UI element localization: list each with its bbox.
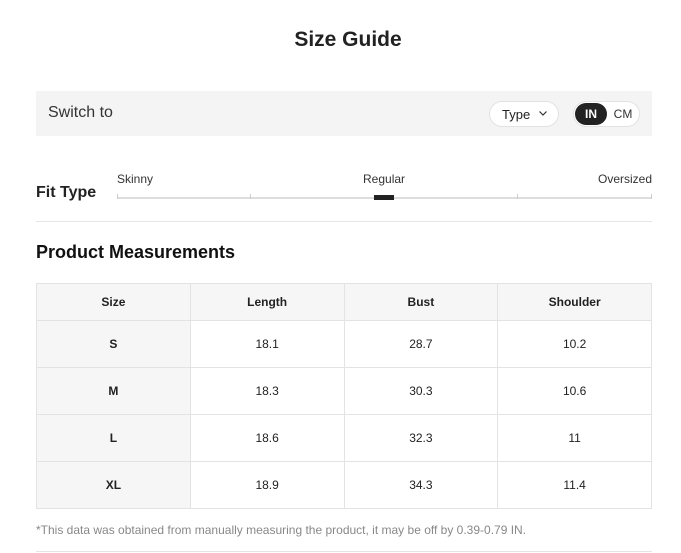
fit-track-tick [250,194,251,199]
size-cell: L [36,414,191,462]
table-row: L 18.6 32.3 11 [36,414,652,462]
unit-in-button[interactable]: IN [575,103,607,125]
column-header-size: Size [36,283,191,321]
size-cell: XL [36,461,191,509]
type-dropdown-label: Type [502,107,531,122]
size-cell: S [36,320,191,368]
fit-scale-skinny: Skinny [117,172,154,186]
measurement-note: *This data was obtained from manually me… [36,523,527,537]
size-cell: M [36,367,191,415]
type-dropdown[interactable]: Type [489,101,559,127]
switch-label: Switch to [48,104,113,121]
length-cell: 18.1 [189,320,345,368]
table-header-row: Size Length Bust Shoulder [36,283,652,321]
shoulder-cell: 10.6 [497,367,652,415]
bust-cell: 30.3 [343,367,499,415]
length-cell: 18.3 [189,367,345,415]
length-cell: 18.6 [189,414,345,462]
unit-toggle: IN CM [573,101,640,127]
bottom-divider [36,551,652,552]
length-cell: 18.9 [189,461,345,509]
column-header-length: Length [189,283,345,321]
fit-track-tick [117,194,118,199]
fit-track-tick [517,194,518,199]
measurements-table: Size Length Bust Shoulder S 18.1 28.7 10… [36,283,652,509]
switch-bar: Switch to Type IN CM [36,91,652,136]
shoulder-cell: 10.2 [497,320,652,368]
fit-scale-regular: Regular [363,172,406,186]
section-divider [36,221,652,222]
chevron-down-icon [539,111,547,116]
table-row: S 18.1 28.7 10.2 [36,320,652,368]
table-row: XL 18.9 34.3 11.4 [36,461,652,509]
product-measurements-title: Product Measurements [36,242,236,262]
table-row: M 18.3 30.3 10.6 [36,367,652,415]
shoulder-cell: 11 [497,414,652,462]
size-guide-page: Size Guide Switch to Type IN CM Fit Type… [0,0,681,553]
unit-cm-button[interactable]: CM [610,103,636,125]
bust-cell: 34.3 [343,461,499,509]
bust-cell: 28.7 [343,320,499,368]
fit-type-label: Fit Type [36,184,97,201]
shoulder-cell: 11.4 [497,461,652,509]
fit-type-marker [374,195,394,200]
fit-scale-oversized: Oversized [598,172,653,186]
bust-cell: 32.3 [343,414,499,462]
column-header-bust: Bust [343,283,499,321]
fit-track-tick [651,194,652,199]
column-header-shoulder: Shoulder [497,283,652,321]
page-title: Size Guide [294,28,402,51]
